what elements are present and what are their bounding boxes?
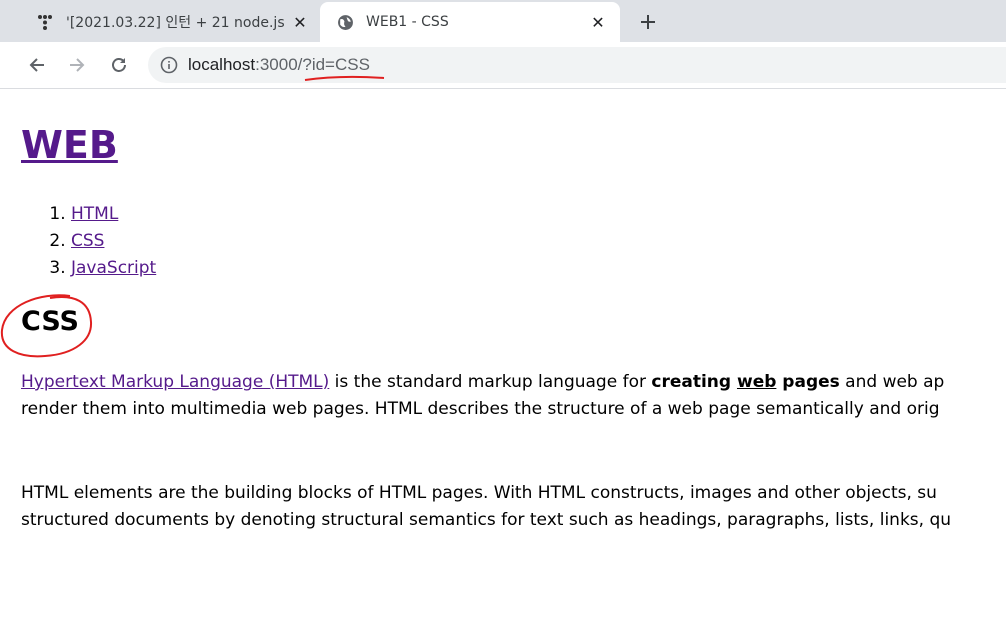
close-icon[interactable]: ✕	[588, 12, 608, 32]
nav-link-javascript[interactable]: JavaScript	[71, 258, 156, 278]
new-tab-button[interactable]	[634, 8, 662, 36]
bold-text: pages	[776, 372, 840, 392]
arrow-right-icon	[70, 58, 85, 72]
reload-icon	[112, 58, 126, 72]
browser-toolbar: localhost:3000/?id=CSS	[0, 42, 1006, 89]
topic-title: CSS	[21, 306, 79, 337]
tab-title: '[2021.03.22] 인턴 + 21 node.js	[66, 15, 285, 31]
url-text[interactable]: localhost:3000/?id=CSS	[188, 55, 370, 75]
reload-button[interactable]	[104, 50, 134, 80]
topic-list: HTML CSS JavaScript	[21, 201, 156, 282]
url-host: localhost	[188, 55, 256, 74]
address-bar[interactable]: localhost:3000/?id=CSS	[148, 47, 1006, 83]
text: structured documents by denoting structu…	[21, 510, 952, 530]
globe-icon	[336, 13, 354, 31]
nav-link-html[interactable]: HTML	[71, 204, 118, 224]
forward-button[interactable]	[62, 50, 92, 80]
tab-strip: '[2021.03.22] 인턴 + 21 node.js ✕ WEB1 - C…	[0, 0, 1006, 42]
underlined-bold-text: web	[736, 372, 777, 392]
paragraph: Hypertext Markup Language (HTML) is the …	[21, 369, 944, 423]
tab-title: WEB1 - CSS	[366, 14, 449, 30]
text: and web ap	[839, 372, 945, 392]
nav-link-css[interactable]: CSS	[71, 231, 104, 251]
tistory-icon	[36, 13, 54, 31]
home-link[interactable]: WEB	[21, 123, 118, 167]
page-heading: WEB	[21, 123, 118, 167]
arrow-left-icon	[29, 58, 44, 72]
paragraph: HTML elements are the building blocks of…	[21, 480, 951, 534]
close-icon[interactable]: ✕	[290, 12, 310, 32]
bold-text: creating	[651, 372, 737, 392]
text: HTML elements are the building blocks of…	[21, 483, 937, 503]
html-wiki-link[interactable]: Hypertext Markup Language (HTML)	[21, 372, 329, 392]
back-button[interactable]	[22, 50, 52, 80]
text: is the standard markup language for	[329, 372, 652, 392]
tab-web1-css[interactable]: WEB1 - CSS ✕	[320, 2, 620, 42]
tab-tistory[interactable]: '[2021.03.22] 인턴 + 21 node.js ✕	[22, 2, 322, 42]
list-item: JavaScript	[71, 255, 156, 282]
text: render them into multimedia web pages. H…	[21, 399, 940, 419]
list-item: CSS	[71, 228, 156, 255]
list-item: HTML	[71, 201, 156, 228]
info-icon[interactable]	[160, 56, 178, 74]
url-path: :3000/?id=CSS	[255, 55, 370, 74]
plus-icon	[641, 15, 655, 29]
red-annotations	[0, 75, 385, 358]
